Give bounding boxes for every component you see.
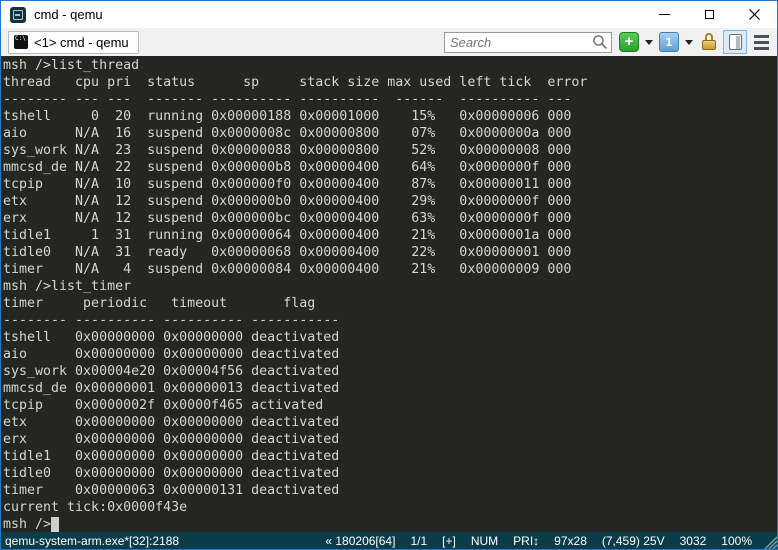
terminal-line: tcpip 0x0000002f 0x0000f465 activated xyxy=(3,397,777,414)
status-cell: NUM xyxy=(471,534,498,548)
window-title: cmd - qemu xyxy=(34,7,103,22)
conemu-logo-dash xyxy=(15,14,20,16)
active-process-info: qemu-system-arm.exe*[32]:2188 xyxy=(1,534,179,548)
maximize-icon xyxy=(705,10,714,19)
terminal-line: aio N/A 16 suspend 0x0000008c 0x00000800… xyxy=(3,125,777,142)
terminal-line: tidle0 0x00000000 0x00000000 deactivated xyxy=(3,465,777,482)
terminal-line: tidle1 1 31 running 0x00000064 0x0000040… xyxy=(3,227,777,244)
console-number: 1 xyxy=(666,33,673,51)
minimize-button[interactable] xyxy=(642,1,687,28)
conemu-window: cmd - qemu C:\ <1> cmd - qemu xyxy=(0,0,778,550)
maximize-button[interactable] xyxy=(687,1,732,28)
terminal[interactable]: msh />list_threadthread cpu pri status s… xyxy=(1,56,777,532)
terminal-line: tidle0 N/A 31 ready 0x00000068 0x0000040… xyxy=(3,244,777,261)
status-bar: qemu-system-arm.exe*[32]:2188 « 180206[6… xyxy=(1,532,777,549)
terminal-line: tshell 0x00000000 0x00000000 deactivated xyxy=(3,329,777,346)
terminal-output: msh />list_threadthread cpu pri status s… xyxy=(3,57,777,516)
status-cell: 100% xyxy=(721,534,752,548)
lock-console-button[interactable] xyxy=(699,32,719,52)
scrollbar-toggle-icon xyxy=(729,34,742,50)
status-cell: 3032 xyxy=(680,534,707,548)
console-list-dropdown-icon[interactable] xyxy=(685,40,693,45)
terminal-line: mmcsd_de N/A 22 suspend 0x000000b8 0x000… xyxy=(3,159,777,176)
hamburger-icon xyxy=(754,35,769,38)
terminal-line: aio 0x00000000 0x00000000 deactivated xyxy=(3,346,777,363)
terminal-line: etx N/A 12 suspend 0x000000b0 0x00000400… xyxy=(3,193,777,210)
plus-icon: + xyxy=(625,33,634,51)
terminal-line: timer 0x00000063 0x00000131 deactivated xyxy=(3,482,777,499)
close-button[interactable] xyxy=(732,1,777,28)
minimize-icon xyxy=(659,14,670,15)
terminal-line: current tick:0x0000f43e xyxy=(3,499,777,516)
main-menu-button[interactable] xyxy=(751,32,771,52)
search-icon[interactable] xyxy=(592,34,608,50)
hamburger-icon xyxy=(754,41,769,44)
status-cell: « 180206[64] xyxy=(325,534,395,548)
title-bar: cmd - qemu xyxy=(1,1,777,28)
padlock-icon xyxy=(702,40,716,50)
new-console-button[interactable]: + xyxy=(619,32,639,52)
terminal-line: -------- ---------- ---------- ---------… xyxy=(3,312,777,329)
terminal-line: timer periodic timeout flag xyxy=(3,295,777,312)
close-icon xyxy=(749,9,760,20)
status-cell: (7,459) 25V xyxy=(602,534,665,548)
terminal-line: msh />list_timer xyxy=(3,278,777,295)
tab-bar: C:\ <1> cmd - qemu + 1 xyxy=(1,28,777,56)
tab-console-1[interactable]: C:\ <1> cmd - qemu xyxy=(8,31,139,54)
terminal-line: sys_work 0x00004e20 0x00004f56 deactivat… xyxy=(3,363,777,380)
hamburger-icon xyxy=(754,47,769,50)
cmd-prompt-icon: C:\ xyxy=(14,35,28,49)
scrollbar-toggle-button[interactable] xyxy=(723,30,747,54)
shell-prompt: msh /> xyxy=(3,516,51,532)
terminal-line: tcpip N/A 10 suspend 0x000000f0 0x000004… xyxy=(3,176,777,193)
terminal-line: etx 0x00000000 0x00000000 deactivated xyxy=(3,414,777,431)
search-box xyxy=(444,32,612,53)
terminal-line: tidle1 0x00000000 0x00000000 deactivated xyxy=(3,448,777,465)
search-input[interactable] xyxy=(445,34,592,51)
new-console-dropdown-icon[interactable] xyxy=(645,40,653,45)
status-cell: 1/1 xyxy=(410,534,427,548)
terminal-cursor xyxy=(51,517,59,532)
terminal-line: timer N/A 4 suspend 0x00000084 0x0000040… xyxy=(3,261,777,278)
resize-grip[interactable] xyxy=(760,532,777,549)
status-cell: PRI↕ xyxy=(513,534,539,548)
tab-label: <1> cmd - qemu xyxy=(34,35,129,50)
statusbar-cells: « 180206[64] 1/1 [+] NUM PRI↕ 97x28 (7,459) 25… xyxy=(325,534,752,548)
terminal-line: msh />list_thread xyxy=(3,57,777,74)
terminal-line: -------- --- --- ------- ---------- ----… xyxy=(3,91,777,108)
terminal-line: erx N/A 12 suspend 0x000000bc 0x00000400… xyxy=(3,210,777,227)
conemu-logo-icon xyxy=(10,7,26,23)
prompt-line: msh /> xyxy=(3,516,777,532)
terminal-line: mmcsd_de 0x00000001 0x00000013 deactivat… xyxy=(3,380,777,397)
active-console-button[interactable]: 1 xyxy=(659,32,679,52)
terminal-line: sys_work N/A 23 suspend 0x00000088 0x000… xyxy=(3,142,777,159)
status-cell: [+] xyxy=(442,534,456,548)
status-cell: 97x28 xyxy=(554,534,587,548)
terminal-line: thread cpu pri status sp stack size max … xyxy=(3,74,777,91)
terminal-line: erx 0x00000000 0x00000000 deactivated xyxy=(3,431,777,448)
terminal-line: tshell 0 20 running 0x00000188 0x0000100… xyxy=(3,108,777,125)
